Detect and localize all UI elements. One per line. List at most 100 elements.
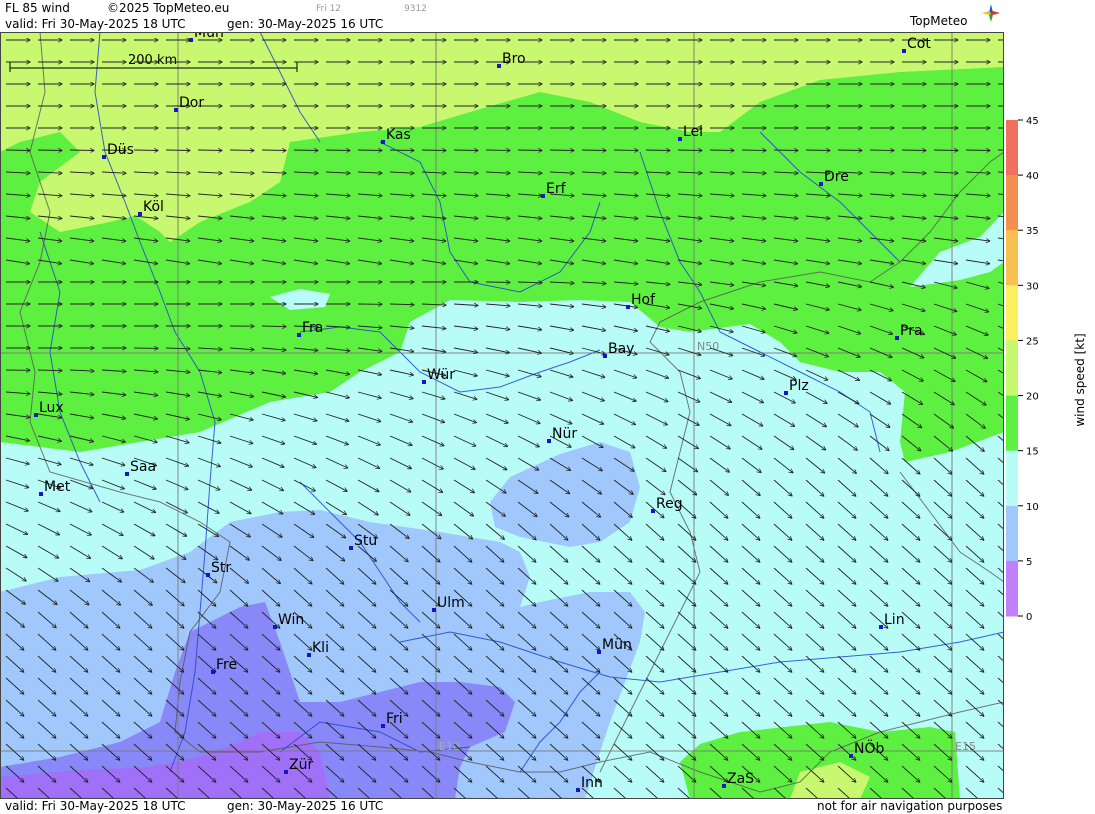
legend-swatch xyxy=(1006,340,1018,396)
city-label: Lin xyxy=(884,612,905,628)
city-label: Fri xyxy=(386,711,403,727)
legend-swatch xyxy=(1006,395,1018,452)
city-marker xyxy=(784,391,788,395)
small-label-a: Fri 12 xyxy=(316,4,342,14)
wind-arrow xyxy=(805,150,830,151)
city-20[interactable]: Reg xyxy=(651,496,683,513)
wind-arrow xyxy=(69,150,94,151)
legend-tick-label: 35 xyxy=(1026,226,1039,237)
city-7[interactable]: Dre xyxy=(819,169,849,186)
wind-arrow xyxy=(901,150,926,151)
city-label: Dre xyxy=(824,169,849,185)
city-10[interactable]: Hof xyxy=(626,292,656,309)
city-21[interactable]: Stu xyxy=(349,533,377,550)
city-marker xyxy=(189,38,193,42)
city-4[interactable]: Kas xyxy=(381,127,411,144)
wind-arrow xyxy=(613,150,638,151)
city-14[interactable]: Wür xyxy=(422,367,455,384)
wind-arrow xyxy=(837,150,862,151)
legend-tick-label: 20 xyxy=(1026,392,1039,403)
footer-valid-time: valid: Fri 30-May-2025 18 UTC xyxy=(5,799,186,813)
wind-arrow xyxy=(453,150,478,151)
city-26[interactable]: Mün xyxy=(597,637,632,654)
city-marker xyxy=(576,788,580,792)
city-marker xyxy=(381,724,385,728)
footer-generated-time: gen: 30-May-2025 16 UTC xyxy=(227,799,384,813)
wind-arrow xyxy=(933,150,958,151)
legend-tick-label: 30 xyxy=(1026,281,1039,292)
city-label: Pra xyxy=(900,323,923,339)
topmeteo-logo[interactable]: TopMeteo xyxy=(908,2,1004,32)
city-0[interactable]: Mün xyxy=(189,32,224,42)
legend-swatch xyxy=(1006,560,1018,617)
city-1[interactable]: Bro xyxy=(497,51,526,68)
city-marker xyxy=(34,413,38,417)
city-marker xyxy=(432,608,436,612)
wind-arrow xyxy=(261,150,286,151)
copyright-label: ©2025 TopMeteo.eu xyxy=(107,1,230,15)
city-label: Düs xyxy=(107,142,134,158)
city-marker xyxy=(381,140,385,144)
city-label: Hof xyxy=(631,292,656,308)
legend-tick-label: 15 xyxy=(1026,447,1039,458)
wind-arrow xyxy=(965,150,990,151)
city-marker xyxy=(297,333,301,337)
grid-label-e15: E15 xyxy=(955,740,976,753)
city-16[interactable]: Lux xyxy=(34,400,64,417)
legend-tick-label: 45 xyxy=(1026,116,1039,127)
city-label: Cot xyxy=(907,36,931,52)
city-marker xyxy=(819,182,823,186)
wind-arrow xyxy=(421,150,446,151)
city-label: Str xyxy=(211,560,231,576)
wind-arrow xyxy=(261,326,286,327)
city-3[interactable]: Dor xyxy=(174,95,204,112)
city-marker xyxy=(597,650,601,654)
city-label: NÖb xyxy=(854,739,884,757)
city-13[interactable]: Bay xyxy=(603,341,634,358)
city-31[interactable]: Zür xyxy=(284,757,313,774)
city-label: ZaS xyxy=(727,771,754,787)
city-2[interactable]: Cot xyxy=(902,36,931,53)
legend-swatch xyxy=(1006,230,1018,286)
city-label: Bay xyxy=(608,341,634,357)
wind-arrow xyxy=(229,150,254,151)
city-30[interactable]: NÖb xyxy=(849,739,884,758)
city-marker xyxy=(211,670,215,674)
city-marker xyxy=(422,380,426,384)
city-19[interactable]: Met xyxy=(39,479,71,496)
city-marker xyxy=(125,472,129,476)
city-label: Wür xyxy=(427,367,455,383)
city-label: Stu xyxy=(354,533,377,549)
city-label: Lux xyxy=(39,400,64,416)
legend-tick-label: 40 xyxy=(1026,171,1039,182)
city-17[interactable]: Nür xyxy=(547,426,577,443)
legend-tick-label: 5 xyxy=(1026,557,1032,568)
city-label: Saa xyxy=(130,459,156,475)
product-title: FL 85 wind xyxy=(5,1,70,15)
city-marker xyxy=(273,625,277,629)
city-6[interactable]: Düs xyxy=(102,142,134,159)
city-18[interactable]: Saa xyxy=(125,459,156,476)
city-label: Mün xyxy=(194,32,224,41)
wind-arrow xyxy=(293,150,318,151)
city-32[interactable]: ZaS xyxy=(722,771,754,788)
wind-arrow xyxy=(485,150,510,151)
city-marker xyxy=(206,573,210,577)
generated-time: gen: 30-May-2025 16 UTC xyxy=(227,17,384,31)
city-12[interactable]: Pra xyxy=(895,323,923,340)
wind-arrow xyxy=(581,150,606,151)
city-23[interactable]: Ulm xyxy=(432,595,465,612)
city-label: Reg xyxy=(656,496,683,512)
legend-swatch xyxy=(1006,285,1018,341)
city-label: Mün xyxy=(602,637,632,653)
city-25[interactable]: Win xyxy=(273,612,304,629)
city-marker xyxy=(102,155,106,159)
city-marker xyxy=(39,492,43,496)
wind-arrow xyxy=(165,150,190,151)
city-marker xyxy=(174,108,178,112)
city-33[interactable]: Inn xyxy=(576,775,603,792)
wind-map[interactable]: N50 E10 E15 200 km MünBroCotDorKas LeiDüs… xyxy=(0,32,1004,799)
city-label: Kli xyxy=(312,640,329,656)
legend-tick-label: 25 xyxy=(1026,336,1039,347)
city-label: Lei xyxy=(683,124,703,140)
